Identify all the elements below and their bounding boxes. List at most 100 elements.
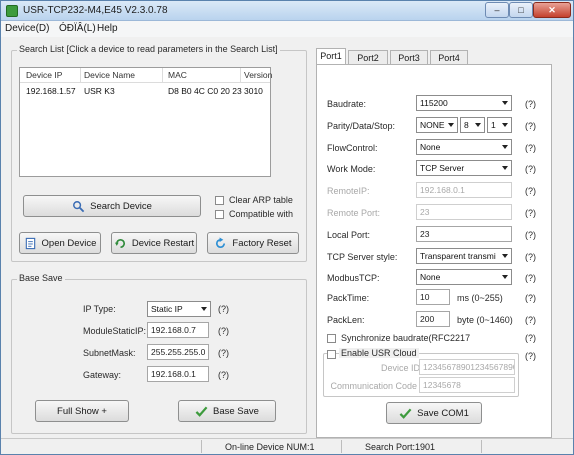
gateway-help[interactable]: (?) [218,370,229,380]
search-icon [73,200,85,212]
base-save-title: Base Save [17,273,65,283]
factory-reset-button[interactable]: Factory Reset [207,232,299,254]
subnet-mask-label: SubnetMask: [83,348,136,358]
local-port-input[interactable]: 23 [416,226,512,242]
checkmark-icon [195,406,208,417]
ip-type-help[interactable]: (?) [218,304,229,314]
dropdown-arrow-icon [502,145,508,149]
parity-help[interactable]: (?) [525,121,536,131]
parity-select[interactable]: NONE [416,117,458,133]
modbus-tcp-select[interactable]: None [416,269,512,285]
clear-arp-checkbox[interactable] [215,196,224,205]
search-port-status: Search Port:1901 [365,442,436,452]
work-mode-value: TCP Server [420,163,465,173]
sync-baudrate-help[interactable]: (?) [525,333,536,343]
static-ip-input[interactable]: 192.168.0.7 [147,322,209,338]
pack-len-label: PackLen: [327,315,365,325]
title-bar: USR-TCP232-M4,E45 V2.3.0.78 – □ ✕ [1,1,573,21]
column-header-version[interactable]: Version [244,70,272,80]
gateway-input[interactable]: 192.168.0.1 [147,366,209,382]
row-device-version[interactable]: 3010 [244,86,263,96]
column-header-ip[interactable]: Device IP [26,70,62,80]
remote-ip-input[interactable]: 192.168.0.1 [416,182,512,198]
status-divider [481,440,482,453]
column-divider [162,68,163,82]
status-divider [201,440,202,453]
static-ip-help[interactable]: (?) [218,326,229,336]
save-com-label: Save COM1 [417,407,469,419]
document-icon [25,237,35,249]
modbus-tcp-help[interactable]: (?) [525,273,536,283]
communication-code-input[interactable]: 12345678 [419,377,515,393]
window-title: USR-TCP232-M4,E45 V2.3.0.78 [23,5,168,16]
search-device-button[interactable]: Search Device [23,195,201,217]
open-device-label: Open Device [41,237,97,249]
local-port-help[interactable]: (?) [525,230,536,240]
dropdown-arrow-icon [502,101,508,105]
pack-len-help[interactable]: (?) [525,315,536,325]
work-mode-select[interactable]: TCP Server [416,160,512,176]
device-id-input[interactable]: 12345678901234567890 [419,359,515,375]
local-port-label: Local Port: [327,230,371,240]
tcp-server-style-select[interactable]: Transparent transmi [416,248,512,264]
sync-baudrate-checkbox[interactable] [327,334,336,343]
dropdown-arrow-icon [502,166,508,170]
menu-help[interactable]: Help [97,23,118,34]
maximize-button[interactable]: □ [509,2,533,18]
baudrate-value: 115200 [420,98,448,108]
tcp-server-style-help[interactable]: (?) [525,252,536,262]
modbus-tcp-label: ModbusTCP: [327,273,380,283]
status-divider [341,440,342,453]
flow-control-select[interactable]: None [416,139,512,155]
data-bits-select[interactable]: 8 [460,117,485,133]
modbus-tcp-value: None [420,272,441,282]
work-mode-label: Work Mode: [327,164,376,174]
communication-code-label: Communication Code [330,381,417,391]
row-device-name[interactable]: USR K3 [84,86,115,96]
open-device-button[interactable]: Open Device [19,232,101,254]
dropdown-arrow-icon [502,275,508,279]
flow-control-help[interactable]: (?) [525,143,536,153]
menu-bar: Device(D) ÓÐÏÂ(L) Help [1,21,573,37]
subnet-mask-input[interactable]: 255.255.255.0 [147,344,209,360]
subnet-mask-help[interactable]: (?) [218,348,229,358]
minimize-button[interactable]: – [485,2,509,18]
save-com-button[interactable]: Save COM1 [386,402,482,424]
row-device-mac[interactable]: D8 B0 4C C0 20 23 [168,86,242,96]
ip-type-select[interactable]: Static IP [147,301,211,317]
tcp-server-style-value: Transparent transmi [420,251,496,261]
baudrate-select[interactable]: 115200 [416,95,512,111]
list-header-divider [20,82,270,83]
static-ip-label: ModuleStaticIP: [83,326,147,336]
stop-bits-select[interactable]: 1 [487,117,512,133]
main-window: USR-TCP232-M4,E45 V2.3.0.78 – □ ✕ Device… [0,0,574,455]
column-header-name[interactable]: Device Name [84,70,135,80]
remote-port-input[interactable]: 23 [416,204,512,220]
device-list[interactable]: Device IP Device Name MAC Version 192.16… [19,67,272,177]
close-button[interactable]: ✕ [533,2,571,18]
work-mode-help[interactable]: (?) [525,164,536,174]
cloud-help[interactable]: (?) [525,351,536,361]
device-restart-button[interactable]: Device Restart [111,232,197,254]
pack-len-input[interactable]: 200 [416,311,450,327]
base-save-label: Base Save [213,405,259,417]
baudrate-help[interactable]: (?) [525,99,536,109]
column-header-mac[interactable]: MAC [168,70,187,80]
column-divider [80,68,81,82]
full-show-button[interactable]: Full Show + [35,400,129,422]
row-device-ip[interactable]: 192.168.1.57 [26,86,76,96]
menu-language[interactable]: ÓÐÏÂ(L) [59,23,96,34]
pack-time-help[interactable]: (?) [525,293,536,303]
parity-data-stop-label: Parity/Data/Stop: [327,121,396,131]
stop-bits-value: 1 [491,120,496,130]
enable-cloud-checkbox[interactable] [327,350,336,359]
base-save-button[interactable]: Base Save [178,400,276,422]
remote-port-help[interactable]: (?) [525,208,536,218]
dropdown-arrow-icon [502,254,508,258]
remote-ip-label: RemoteIP: [327,186,370,196]
menu-device[interactable]: Device(D) [5,23,49,34]
clear-arp-label: Clear ARP table [229,195,293,205]
compatible-checkbox[interactable] [215,210,224,219]
pack-time-input[interactable]: 10 [416,289,450,305]
remote-ip-help[interactable]: (?) [525,186,536,196]
